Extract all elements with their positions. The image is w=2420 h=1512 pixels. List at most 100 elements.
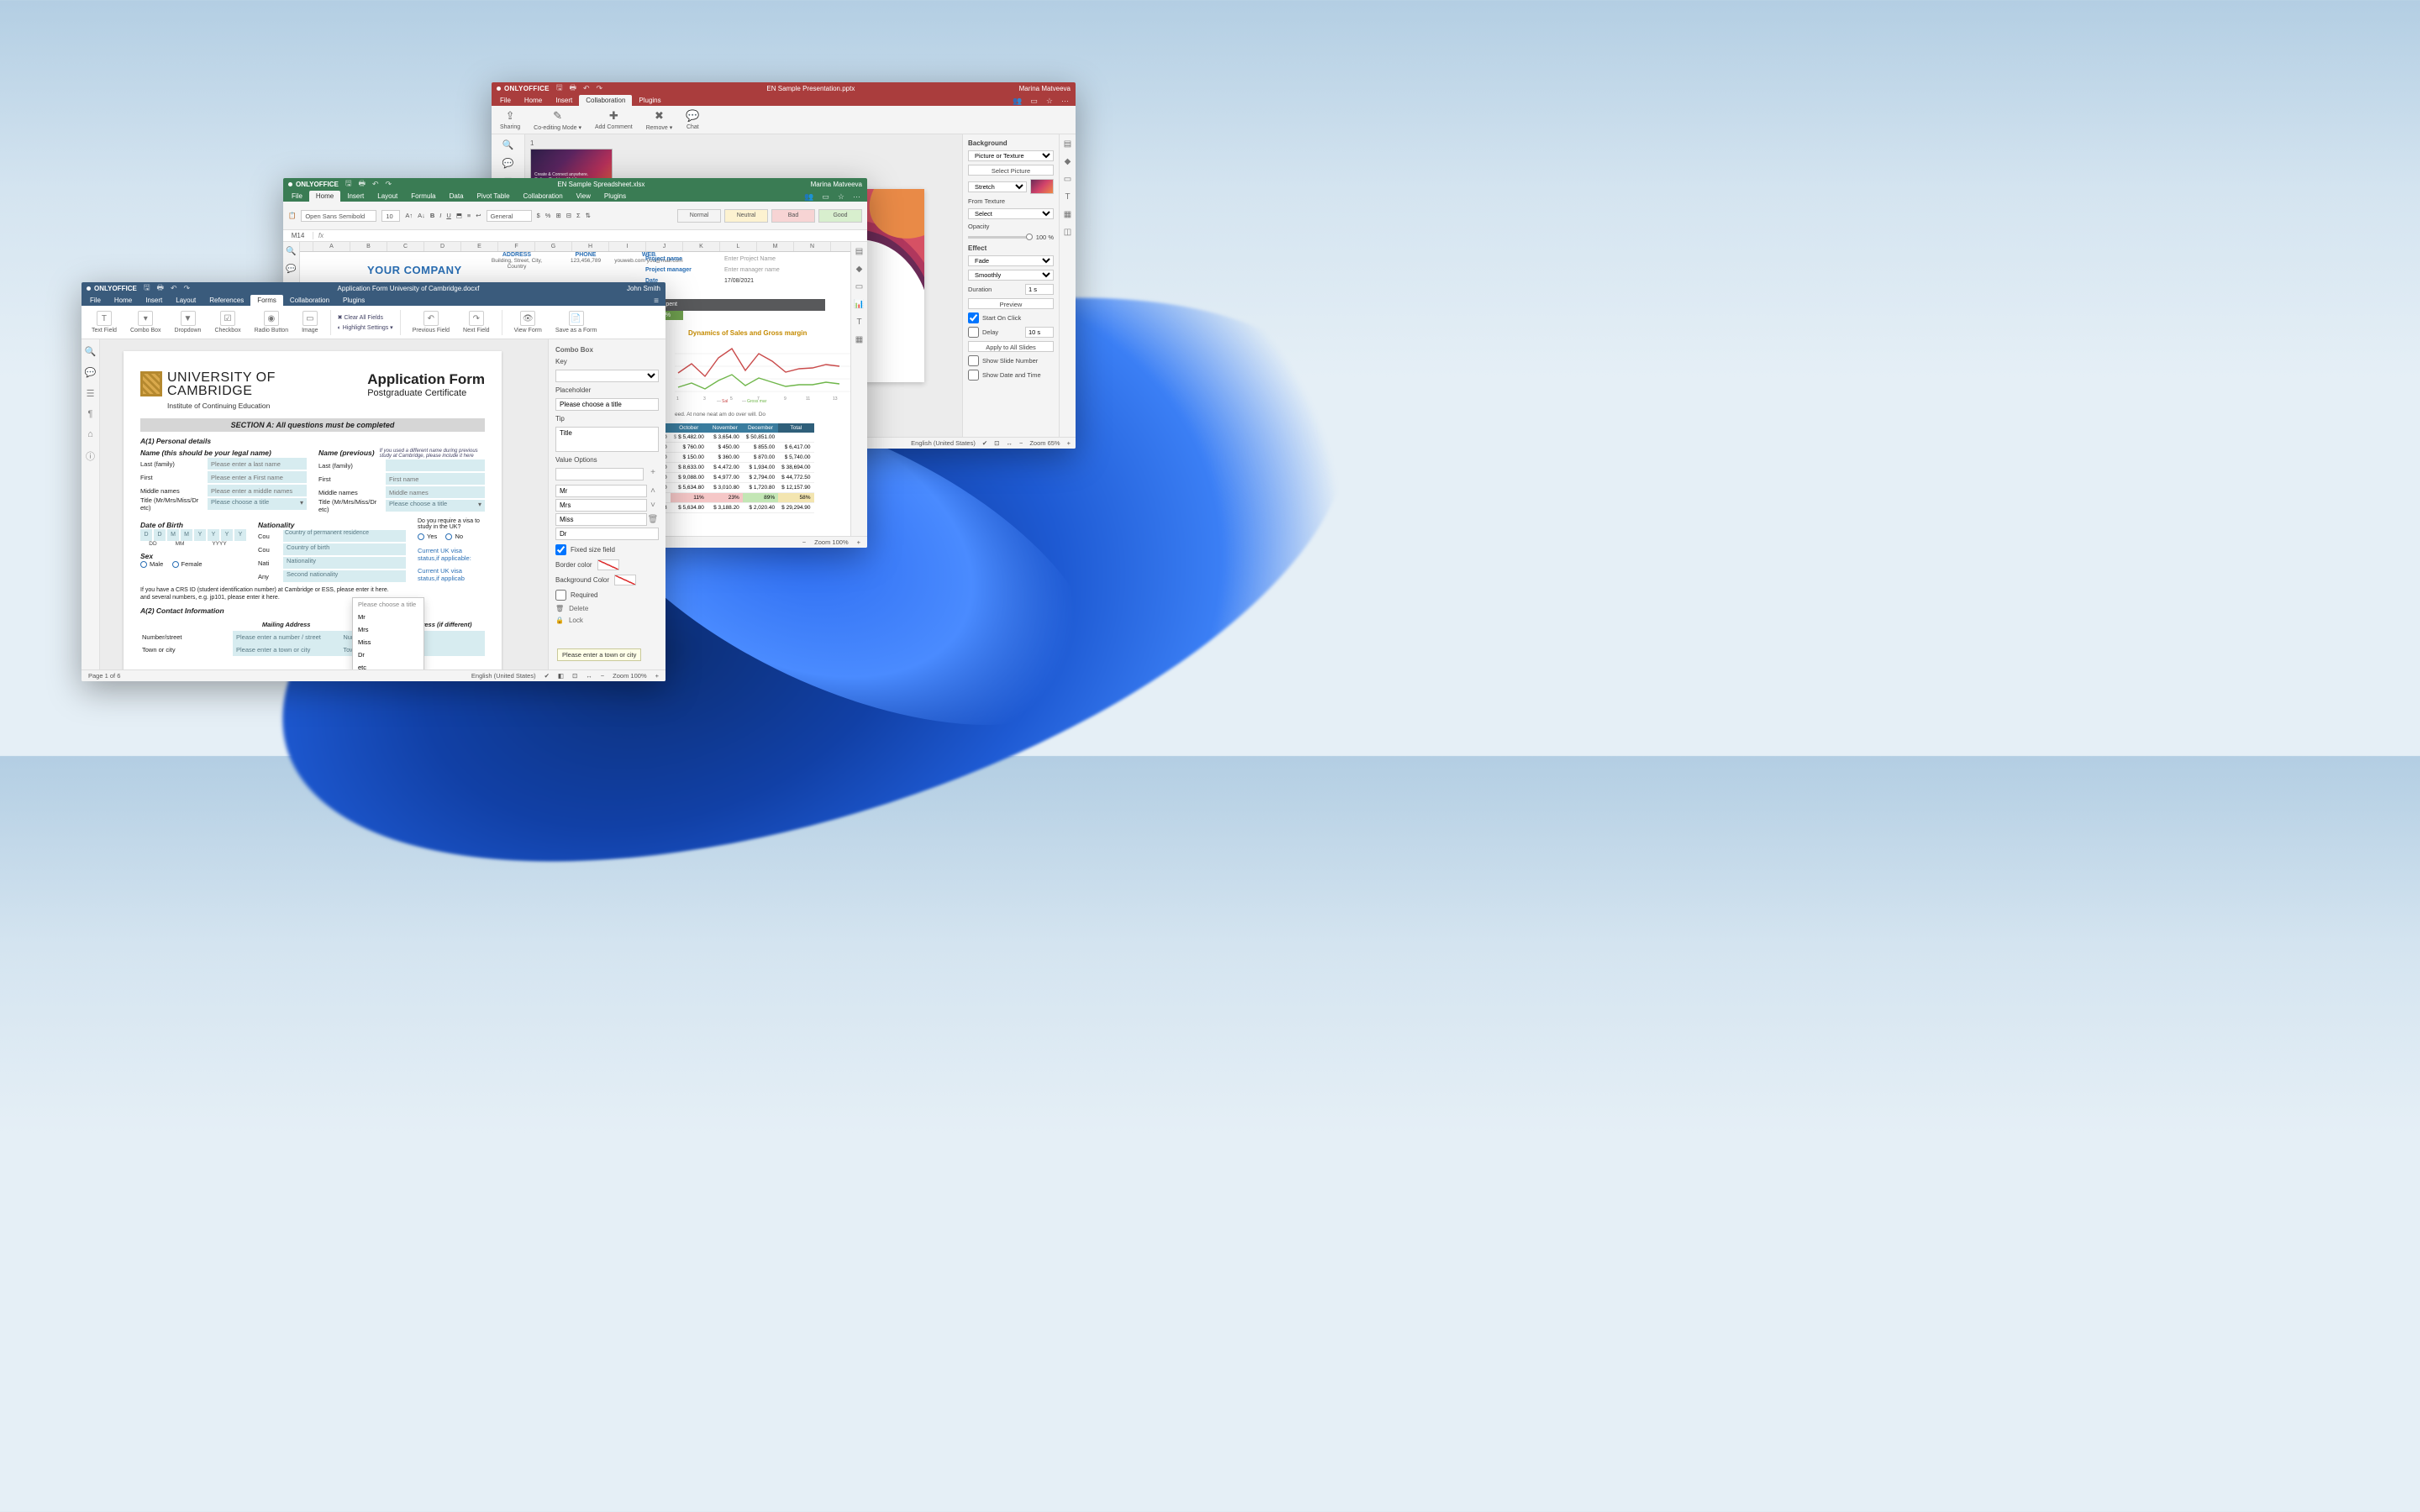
bold-icon[interactable]: B [430,212,434,219]
insert-icon[interactable]: ⊞ [555,212,560,219]
save-icon[interactable]: 🖫 [345,178,352,191]
menu-plugins[interactable]: Plugins [336,295,371,306]
ribbon-textfield[interactable]: TText Field [87,311,122,333]
search-icon[interactable]: 🔍 [85,346,97,357]
apply-all-button[interactable]: Apply to All Slides [968,341,1054,352]
undo-icon[interactable]: ↶ [372,180,379,189]
tip-input[interactable] [555,427,659,452]
fit-icon[interactable]: ⊡ [994,439,999,447]
nationality-input[interactable]: Nationality [283,557,406,569]
mail-town-input[interactable]: Please enter a town or city [233,643,339,656]
visa-status-2[interactable]: Current UK visa status,if applicab [418,567,485,582]
comments-icon[interactable]: 💬 [85,367,97,378]
menu-file[interactable]: File [285,191,309,202]
font-select[interactable]: Open Sans Semibold [301,210,376,222]
headings-icon[interactable]: ¶ [88,409,93,419]
menu-hamburger-icon[interactable]: ≡ [654,297,666,306]
fontsize-select[interactable]: 10 [381,210,400,222]
undo-icon[interactable]: ↶ [583,84,590,93]
style-good[interactable]: Good [818,209,862,223]
sort-icon[interactable]: ⇅ [586,212,591,219]
visa-status-1[interactable]: Current UK visa status,if applicable: [418,547,485,562]
track-icon[interactable]: ◧ [558,672,564,680]
copy-icon[interactable]: 📋 [288,212,296,219]
delay-input[interactable] [1025,327,1054,338]
style-neutral[interactable]: Neutral [724,209,768,223]
underline-icon[interactable]: U [446,212,450,219]
slide-settings-icon[interactable]: ▤ [1064,139,1071,149]
radio-visa-yes[interactable]: Yes [418,533,437,540]
menu-collab[interactable]: Collaboration [579,95,632,106]
option-dr[interactable] [555,528,659,540]
menu-plugins[interactable]: Plugins [597,191,633,202]
opacity-slider[interactable] [968,236,1033,239]
bg-color-swatch[interactable] [614,575,636,585]
style-normal[interactable]: Normal [677,209,721,223]
text-icon[interactable]: T [1065,192,1070,202]
title-combo[interactable]: Please choose a title [208,498,307,510]
prev-lastname-input[interactable] [386,459,485,471]
nav-icon[interactable]: ☰ [87,388,95,399]
zoom-in[interactable]: + [655,672,659,680]
menu-data[interactable]: Data [443,191,471,202]
currency-icon[interactable]: $ [537,212,540,219]
menu-references[interactable]: References [203,295,250,306]
fit-width-icon[interactable]: ↔ [1006,439,1013,447]
chart-icon[interactable]: 📊 [854,300,864,309]
effect-select[interactable]: Fade [968,255,1054,266]
users-icon[interactable]: 👥 [1013,97,1022,106]
clear-fields-button[interactable]: ✖ Clear All Fields [338,314,393,321]
radio-female[interactable]: Female [172,560,203,568]
name-box[interactable]: M14 [283,232,313,239]
star-icon[interactable]: ☆ [1046,97,1053,106]
more-icon[interactable]: ⋯ [1061,97,1069,106]
numformat-select[interactable]: General [487,210,532,222]
comments-icon[interactable]: 💬 [502,158,514,170]
table-icon[interactable]: ▦ [1064,210,1071,219]
menu-formula[interactable]: Formula [404,191,442,202]
radio-male[interactable]: Male [140,560,163,568]
menu-view[interactable]: View [570,191,597,202]
text-icon[interactable]: T [856,318,861,327]
highlight-button[interactable]: ◐ Highlight Settings ▾ [338,324,393,331]
ribbon-sharing[interactable]: ⇪Sharing [500,109,520,130]
spell-icon[interactable]: ✔ [544,672,550,680]
dob-inputs[interactable]: DDMMYYYY [140,529,246,541]
ribbon-save-form[interactable]: 📄Save as a Form [550,311,602,333]
info-icon[interactable]: ⓘ [86,449,95,463]
redo-icon[interactable]: ↷ [184,284,191,293]
prev-middle-input[interactable] [386,486,485,498]
texture-swatch[interactable] [1030,179,1054,194]
zoom-out[interactable]: − [802,538,806,546]
save-icon[interactable]: 🖫 [556,82,563,95]
ribbon-next[interactable]: ↷Next Field [458,311,495,333]
spell-icon[interactable]: ✔ [982,439,987,447]
menu-home[interactable]: Home [518,95,549,106]
fixed-size-check[interactable] [555,544,566,555]
menu-insert[interactable]: Insert [139,295,169,306]
delete-action[interactable]: 🗑Delete [555,605,659,612]
status-lang[interactable]: English (United States) [471,672,536,680]
ribbon-combobox[interactable]: ▾Combo Box [125,311,166,333]
fit-icon[interactable]: ⊡ [572,672,577,680]
dec-font-icon[interactable]: A↓ [418,212,425,219]
dropdown-opt-miss[interactable]: Miss [353,636,424,648]
shape-icon[interactable]: ◆ [856,265,863,274]
zoom-in[interactable]: + [1067,439,1071,447]
wrap-icon[interactable]: ↩ [476,212,481,219]
style-bad[interactable]: Bad [771,209,815,223]
required-check[interactable] [555,590,566,601]
search-icon[interactable]: 🔍 [502,139,514,151]
present-icon[interactable]: ▭ [1030,97,1038,106]
cell-settings-icon[interactable]: ▤ [855,247,863,256]
preview-button[interactable]: Preview [968,298,1054,309]
show-date-check[interactable] [968,370,979,381]
inc-font-icon[interactable]: A↑ [405,212,413,219]
align-mid-icon[interactable]: ≡ [467,212,471,219]
option-mr[interactable] [555,485,647,497]
users-icon[interactable]: 👥 [804,192,813,202]
lastname-input[interactable] [208,458,307,470]
redo-icon[interactable]: ↷ [386,180,392,189]
start-onclick-check[interactable] [968,312,979,323]
dropdown-opt-etc[interactable]: etc [353,661,424,669]
